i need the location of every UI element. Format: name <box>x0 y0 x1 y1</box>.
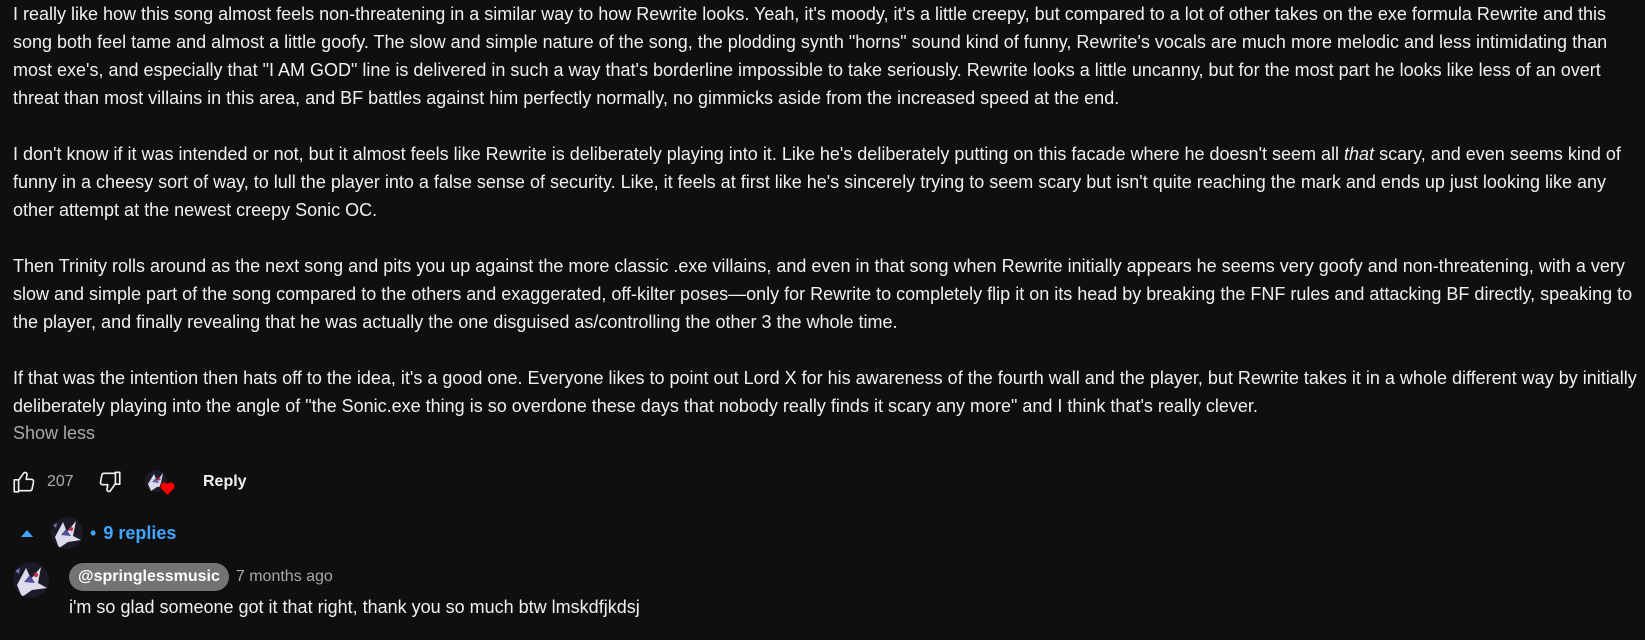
reply-text: i'm so glad someone got it that right, t… <box>69 597 640 617</box>
comment-action-bar: 207 Reply <box>11 467 247 497</box>
thumbs-up-icon <box>13 471 35 493</box>
like-count: 207 <box>47 473 74 490</box>
replies-separator: • <box>90 522 97 543</box>
replies-count: 9 replies <box>103 522 177 543</box>
reply-timestamp[interactable]: 7 months ago <box>236 568 333 586</box>
thumbs-down-icon <box>99 471 121 493</box>
reply-header: @springlessmusic 7 months ago <box>69 563 333 591</box>
comment-paragraph: I don't know if it was intended or not, … <box>13 144 1621 220</box>
heart-icon <box>159 481 176 496</box>
comment-paragraph: Then Trinity rolls around as the next so… <box>13 256 1633 332</box>
like-button[interactable] <box>11 469 37 495</box>
dislike-button[interactable] <box>97 469 123 495</box>
caret-up-icon <box>21 530 33 537</box>
comment-text: I really like how this song almost feels… <box>13 0 1638 420</box>
comment-paragraph: I really like how this song almost feels… <box>13 4 1608 108</box>
creator-heart-badge <box>145 467 177 497</box>
reply-author-avatar[interactable] <box>13 562 49 598</box>
comment-paragraph: If that was the intention then hats off … <box>13 368 1637 416</box>
reply-button[interactable]: Reply <box>203 473 247 491</box>
show-less-button[interactable]: Show less <box>13 423 95 444</box>
replier-avatar <box>51 517 83 549</box>
hide-replies-toggle[interactable]: • 9 replies <box>20 515 176 551</box>
reply-author-name[interactable]: @springlessmusic <box>69 563 229 591</box>
